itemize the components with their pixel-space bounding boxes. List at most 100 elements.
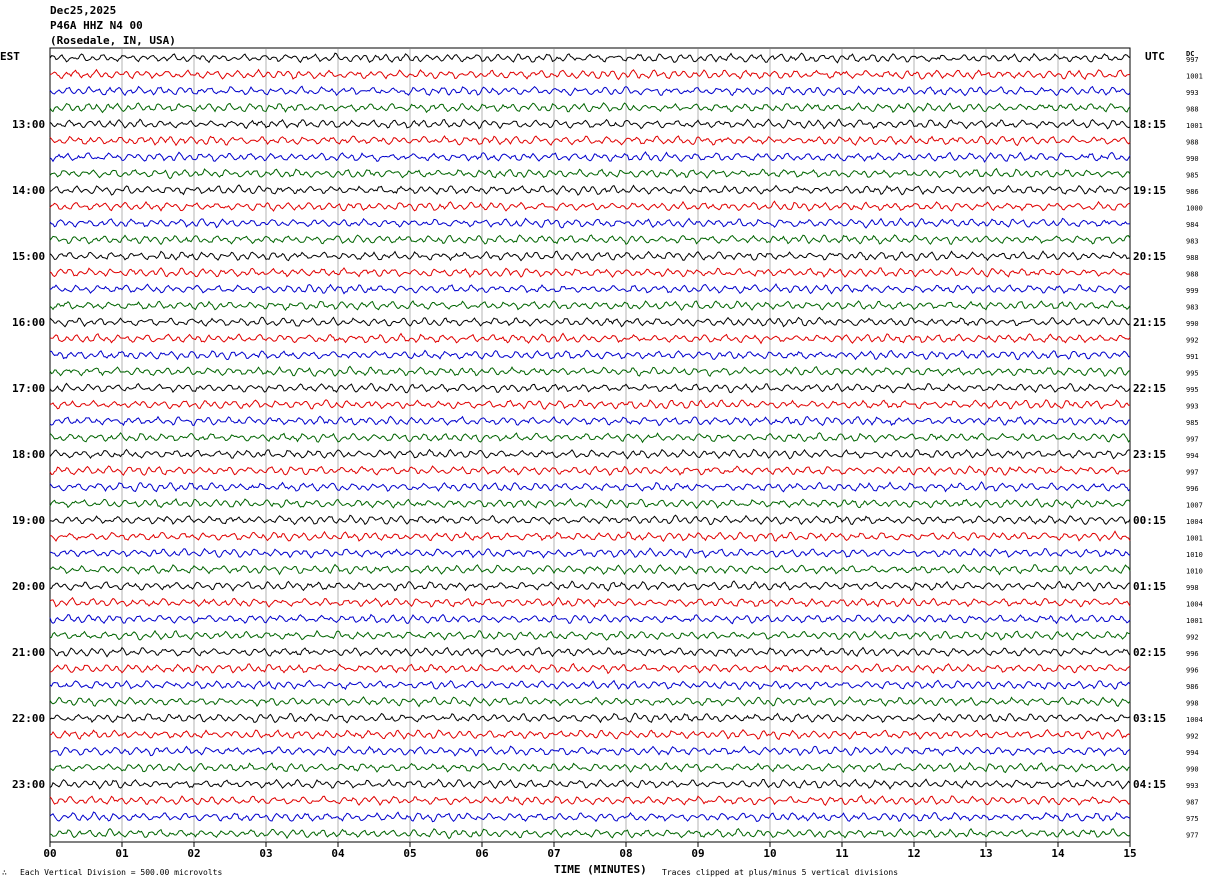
est-hour-label: 21:00 (12, 646, 45, 659)
x-tick-label: 00 (43, 847, 56, 860)
utc-hour-label: 02:15 (1133, 646, 1166, 659)
dc-offset-value: 983 (1186, 304, 1199, 312)
dc-offset-value: 996 (1186, 667, 1199, 675)
est-hour-label: 19:00 (12, 514, 45, 527)
utc-hour-label: 23:15 (1133, 448, 1166, 461)
x-tick-label: 01 (115, 847, 129, 860)
dc-offset-value: 1010 (1186, 551, 1203, 559)
trace-line-11 (49, 234, 1131, 246)
trace-line-28 (49, 514, 1131, 526)
dc-offset-value: 992 (1186, 337, 1199, 345)
dc-offset-value: 998 (1186, 584, 1199, 592)
trace-line-47 (49, 827, 1131, 840)
utc-hour-label: 20:15 (1133, 250, 1166, 263)
est-hour-label: 23:00 (12, 778, 45, 791)
trace-line-26 (49, 481, 1131, 493)
trace-line-32 (49, 580, 1131, 592)
trace-line-8 (49, 184, 1131, 196)
clip-note: Traces clipped at plus/minus 5 vertical … (662, 868, 899, 877)
x-tick-label: 14 (1051, 847, 1065, 860)
dc-offset-value: 996 (1186, 650, 1199, 658)
dc-offset-value: 999 (1186, 287, 1199, 295)
trace-line-22 (49, 415, 1131, 427)
trace-line-10 (49, 217, 1131, 229)
est-hour-label: 13:00 (12, 118, 45, 131)
dc-offset-value: 988 (1186, 271, 1199, 279)
corner-mark: ∴ (2, 868, 7, 877)
est-hour-label: 18:00 (12, 448, 45, 461)
trace-line-17 (49, 332, 1131, 345)
trace-line-44 (49, 778, 1131, 790)
trace-line-43 (49, 761, 1131, 774)
est-hour-label: 22:00 (12, 712, 45, 725)
dc-offset-value: 1004 (1186, 716, 1203, 724)
trace-line-13 (49, 267, 1131, 278)
utc-hour-label: 19:15 (1133, 184, 1166, 197)
utc-hour-label: 04:15 (1133, 778, 1166, 791)
utc-hour-label: 00:15 (1133, 514, 1166, 527)
dc-offset-value: 1004 (1186, 518, 1203, 526)
dc-offset-value: 1000 (1186, 205, 1203, 213)
dc-offset-value: 977 (1186, 832, 1199, 840)
utc-hour-label: 01:15 (1133, 580, 1166, 593)
trace-line-45 (49, 794, 1131, 806)
dc-offset-value: 1007 (1186, 502, 1203, 510)
trace-line-5 (49, 135, 1131, 147)
dc-offset-value: 998 (1186, 700, 1199, 708)
x-tick-label: 09 (691, 847, 704, 860)
dc-offset-value: 985 (1186, 419, 1199, 427)
est-hour-label: 15:00 (12, 250, 45, 263)
trace-line-35 (49, 629, 1131, 641)
trace-line-27 (49, 497, 1131, 509)
dc-offset-value: 986 (1186, 683, 1199, 691)
x-tick-label: 10 (763, 847, 776, 860)
plot-frame (49, 47, 1131, 843)
dc-offset-value: 1001 (1186, 73, 1203, 81)
trace-line-29 (50, 530, 1131, 543)
x-tick-label: 08 (619, 847, 632, 860)
dc-offset-value: 997 (1186, 469, 1199, 477)
dc-offset-value: 988 (1186, 139, 1199, 147)
dc-offset-value: 995 (1186, 386, 1199, 394)
trace-line-31 (49, 563, 1131, 576)
x-tick-label: 15 (1123, 847, 1136, 860)
trace-line-42 (49, 745, 1131, 757)
dc-offset-value: 990 (1186, 155, 1199, 163)
x-tick-label: 07 (547, 847, 560, 860)
x-tick-label: 04 (331, 847, 345, 860)
trace-line-23 (49, 432, 1131, 444)
dc-offset-value: 987 (1186, 799, 1199, 807)
trace-line-24 (49, 448, 1131, 460)
trace-line-20 (49, 382, 1131, 394)
utc-hour-label: 22:15 (1133, 382, 1166, 395)
trace-line-30 (49, 547, 1131, 559)
trace-line-41 (49, 728, 1131, 741)
trace-line-4 (49, 118, 1131, 130)
trace-line-18 (49, 349, 1131, 361)
trace-line-46 (49, 811, 1131, 823)
trace-line-25 (49, 465, 1131, 477)
trace-line-1 (49, 68, 1131, 81)
dc-offset-value: 986 (1186, 188, 1199, 196)
dc-offset-value: 985 (1186, 172, 1199, 180)
trace-line-21 (49, 399, 1131, 410)
dc-offset-value: 993 (1186, 89, 1199, 97)
dc-offset-value: 992 (1186, 634, 1199, 642)
x-tick-label: 12 (907, 847, 920, 860)
trace-line-7 (49, 167, 1131, 180)
utc-hour-label: 18:15 (1133, 118, 1166, 131)
x-tick-label: 13 (979, 847, 992, 860)
dc-offset-value: 993 (1186, 782, 1199, 790)
est-hour-label: 20:00 (12, 580, 45, 593)
trace-line-40 (49, 712, 1131, 724)
trace-line-14 (49, 283, 1131, 295)
dc-offset-value: 1001 (1186, 535, 1203, 543)
dc-offset-value: 1004 (1186, 601, 1203, 609)
dc-offset-value: 1001 (1186, 122, 1203, 130)
dc-offset-value: 990 (1186, 766, 1199, 774)
trace-line-15 (49, 300, 1131, 311)
x-tick-label: 03 (259, 847, 272, 860)
trace-line-12 (49, 250, 1131, 262)
trace-line-39 (49, 696, 1131, 708)
dc-offset-value: 995 (1186, 370, 1199, 378)
